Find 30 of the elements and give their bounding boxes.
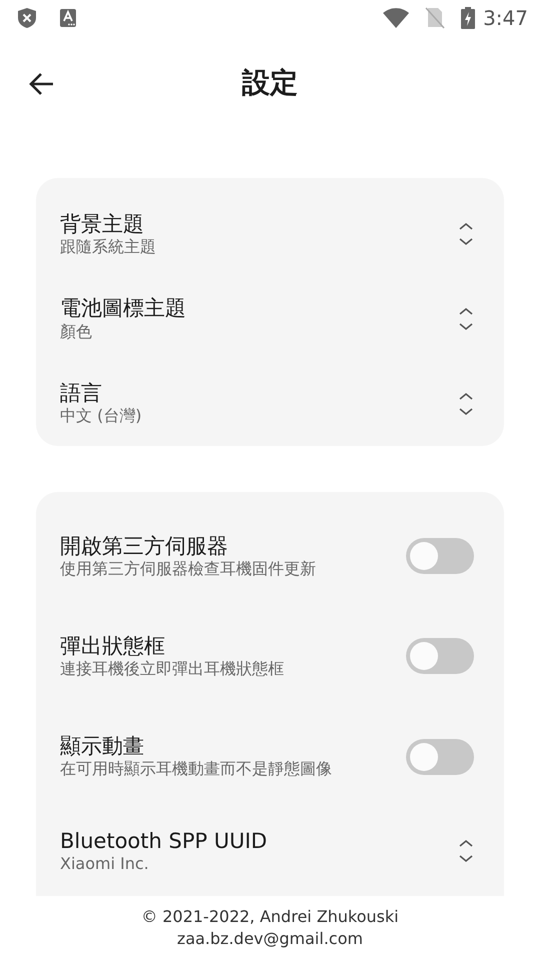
toggle-switch[interactable] [406, 538, 474, 574]
setting-title: Bluetooth SPP UUID [60, 828, 268, 854]
no-sim-icon [425, 7, 446, 29]
setting-subtitle: 中文 (台灣) [60, 406, 143, 428]
setting-title: 顯示動畫 [60, 733, 145, 760]
copyright-text: © 2021-2022, Andrei Zhukouski [141, 906, 399, 928]
page-title: 設定 [242, 65, 298, 101]
setting-title: 開啟第三方伺服器 [60, 532, 229, 559]
toggle-switch[interactable] [406, 738, 474, 775]
setting-subtitle: 顏色 [60, 322, 93, 343]
email-link[interactable]: zaa.bz.dev@gmail.com [177, 928, 363, 950]
wifi-icon [383, 8, 410, 28]
dropdown-chevron-icon[interactable] [458, 392, 474, 416]
dropdown-chevron-icon[interactable] [458, 222, 474, 246]
setting-title: 語言 [60, 380, 103, 406]
shield-icon [18, 8, 36, 28]
setting-subtitle: 使用第三方伺服器檢查耳機固件更新 [60, 558, 317, 580]
battery-charging-icon [461, 7, 476, 29]
toggle-switch[interactable] [406, 638, 474, 674]
setting-subtitle: 跟隨系統主題 [60, 237, 157, 258]
setting-subtitle: Xiaomi Inc. [60, 854, 150, 875]
setting-title: 背景主題 [60, 210, 145, 238]
setting-title: 彈出狀態框 [60, 632, 166, 660]
setting-title: 電池圖標主題 [60, 295, 187, 322]
clock-time: 3:47 [483, 5, 528, 32]
setting-subtitle: 在可用時顯示耳機動畫而不是靜態圖像 [60, 759, 333, 780]
dropdown-chevron-icon[interactable] [458, 307, 474, 331]
keyboard-icon [60, 9, 76, 27]
dropdown-chevron-icon[interactable] [458, 839, 474, 864]
setting-subtitle: 連接耳機後立即彈出耳機狀態框 [60, 659, 285, 680]
